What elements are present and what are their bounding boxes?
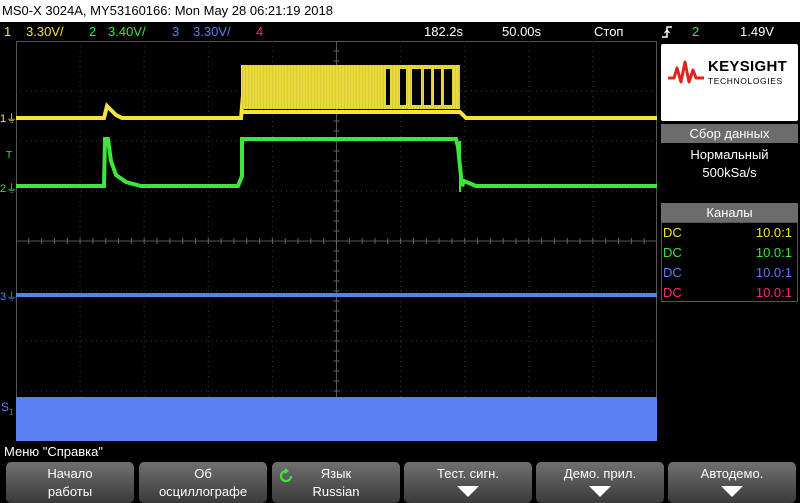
- softkey-label: работы: [47, 484, 93, 499]
- keysight-wave-icon: [668, 60, 704, 84]
- softkey-label: Об: [194, 466, 212, 481]
- ch1-scale[interactable]: 3.30V/: [26, 22, 64, 41]
- channel-probe-ratio: 10.0:1: [755, 265, 792, 280]
- sample-rate: 500kSa/s: [702, 165, 757, 180]
- trigger-level-marker[interactable]: T: [6, 150, 12, 161]
- softkey-test-signals[interactable]: Тест. сигн.: [404, 462, 532, 503]
- ch2-ground-marker[interactable]: 2⏚: [0, 180, 17, 196]
- graticule: [16, 41, 657, 441]
- channel-probe-ratio: 10.0:1: [755, 285, 792, 300]
- softkey-label: Демо. прил.: [563, 466, 637, 481]
- channel-status-bar: 1 3.30V/ 2 3.40V/ 3 3.30V/ 4 182.2s 50.0…: [0, 22, 800, 41]
- ch4-number[interactable]: 4: [256, 22, 263, 41]
- acquisition-header[interactable]: Сбор данных: [661, 124, 798, 143]
- ch1-burst-gap: [400, 69, 406, 105]
- softkey-about-scope[interactable]: Об осциллографе: [139, 462, 267, 503]
- ch1-burst-gap: [434, 69, 441, 105]
- channel-coupling: DC: [663, 245, 682, 260]
- softkey-demo-apps[interactable]: Демо. прил.: [536, 462, 664, 503]
- ch1-burst-gap: [424, 69, 431, 105]
- channel-coupling: DC: [663, 265, 682, 280]
- softkey-label: Начало: [47, 466, 93, 481]
- ch3-scale[interactable]: 3.30V/: [193, 22, 231, 41]
- keysight-logo: KEYSIGHT TECHNOLOGIES: [661, 44, 798, 121]
- trigger-source[interactable]: 2: [692, 22, 699, 41]
- window-title: MS0-X 3024A, MY53160166: Mon May 28 06:2…: [2, 3, 333, 18]
- channel-row[interactable]: DC 10.0:1: [662, 243, 796, 263]
- submenu-arrow-icon: [589, 486, 611, 497]
- ch1-trace: [16, 65, 245, 120]
- side-panel: KEYSIGHT TECHNOLOGIES Сбор данных Нормал…: [660, 41, 800, 441]
- trigger-level[interactable]: 1.49V: [740, 22, 774, 41]
- channel-coupling: DC: [663, 285, 682, 300]
- ch1-burst-gap: [412, 69, 421, 105]
- ch1-burst-gap: [444, 69, 452, 105]
- run-state[interactable]: Стоп: [594, 22, 623, 41]
- ch1-ground-marker[interactable]: 1⏚: [0, 110, 17, 126]
- softkey-value: Russian: [312, 484, 360, 499]
- timebase-readout[interactable]: 182.2s: [424, 22, 463, 41]
- ch2-number[interactable]: 2: [89, 22, 96, 41]
- trigger-edge-icon: [662, 26, 672, 38]
- brand-sub: TECHNOLOGIES: [708, 76, 783, 86]
- channel-coupling: DC: [663, 225, 682, 240]
- channel-probe-ratio: 10.0:1: [755, 245, 792, 260]
- ch3-number[interactable]: 3: [172, 22, 179, 41]
- waveform-display[interactable]: [16, 41, 657, 441]
- softkey-autodemo[interactable]: Автодемо.: [668, 462, 796, 503]
- softkey-bar: Начало работы Об осциллографе Язык Russi…: [0, 461, 800, 503]
- channel-row[interactable]: DC 10.0:1: [662, 263, 796, 283]
- ch1-burst-gap: [386, 69, 390, 105]
- submenu-arrow-icon: [721, 486, 743, 497]
- channel-row[interactable]: DC 10.0:1: [662, 223, 796, 243]
- delay-readout[interactable]: 50.00s: [502, 22, 541, 41]
- softkey-label: Язык: [320, 466, 352, 481]
- brand-name: KEYSIGHT: [708, 58, 788, 75]
- serial-bus-band: [16, 397, 657, 441]
- ch1-number[interactable]: 1: [4, 22, 11, 41]
- softkey-label: Тест. сигн.: [437, 466, 499, 481]
- softkey-getting-started[interactable]: Начало работы: [6, 462, 134, 503]
- submenu-arrow-icon: [457, 486, 479, 497]
- menu-title: Меню "Справка": [0, 443, 800, 461]
- channel-row[interactable]: DC 10.0:1: [662, 283, 796, 303]
- title-bar: MS0-X 3024A, MY53160166: Mon May 28 06:2…: [0, 0, 800, 22]
- serial-bus-marker[interactable]: S1: [1, 400, 13, 416]
- ch2-scale[interactable]: 3.40V/: [108, 22, 146, 41]
- ch3-ground-marker[interactable]: 3⏚: [0, 288, 17, 304]
- softkey-label: осциллографе: [158, 484, 248, 499]
- softkey-label: Автодемо.: [700, 466, 764, 481]
- softkey-language[interactable]: Язык Russian: [272, 462, 400, 503]
- acquisition-mode: Нормальный: [690, 147, 769, 162]
- ch1-trace: [242, 110, 657, 120]
- channels-header[interactable]: Каналы: [661, 203, 798, 222]
- channel-probe-ratio: 10.0:1: [755, 225, 792, 240]
